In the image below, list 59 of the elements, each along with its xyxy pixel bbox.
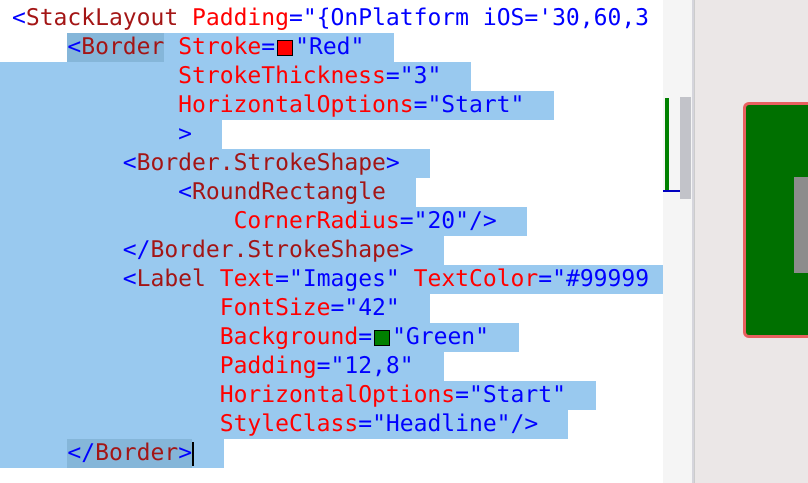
code-token: =: [288, 4, 303, 33]
code-token: =: [275, 265, 289, 294]
code-token: <: [122, 265, 137, 294]
code-token: Background: [220, 323, 358, 352]
code-token: =: [261, 33, 276, 62]
code-token: =: [414, 91, 428, 120]
code-token: =: [455, 381, 469, 410]
code-token: <: [67, 33, 82, 62]
code-token: "Start": [468, 381, 566, 410]
code-token: =: [330, 294, 344, 323]
code-token: "Green": [392, 323, 489, 352]
code-token: Border: [95, 439, 178, 468]
code-token: "#99999: [552, 265, 650, 294]
caret-position-marker: [663, 190, 680, 192]
code-token: >: [178, 439, 192, 468]
code-token: StrokeThickness: [178, 62, 386, 91]
code-token: Border.StrokeShape: [136, 149, 386, 178]
scrollbar-thumb[interactable]: [680, 97, 691, 199]
code-token: StackLayout: [26, 4, 178, 33]
code-token: Border: [81, 33, 164, 62]
code-token: StyleClass: [220, 410, 358, 439]
code-token: />: [510, 410, 538, 439]
code-token: HorizontalOptions: [178, 91, 414, 120]
code-token: Text: [218, 265, 276, 294]
code-token: "3": [400, 62, 442, 91]
code-token: >: [386, 149, 400, 178]
code-token: TextColor: [412, 265, 538, 294]
code-token: "Start": [427, 91, 524, 120]
code-token: "42": [344, 294, 400, 323]
code-token: HorizontalOptions: [220, 381, 456, 410]
code-token: =: [386, 62, 400, 91]
code-token: <: [178, 178, 192, 207]
vertical-scrollbar[interactable]: [680, 0, 694, 483]
code-token: =: [358, 410, 372, 439]
code-token: "Headline": [372, 410, 511, 439]
code-token: =: [316, 352, 331, 381]
code-token: "{OnPlatform iOS='30,60,3: [302, 4, 650, 33]
code-token: "20": [414, 207, 469, 236]
code-token: Padding: [191, 4, 289, 33]
code-token: Border.StrokeShape: [150, 236, 400, 265]
code-token: =: [538, 265, 552, 294]
code-token: <: [122, 149, 137, 178]
code-token: </: [67, 439, 96, 468]
code-token: </: [122, 236, 150, 265]
code-token: "Images": [289, 265, 400, 294]
code-token: =: [358, 323, 372, 352]
code-token: <: [12, 4, 26, 33]
code-token: >: [400, 236, 414, 265]
code-token: Padding: [220, 352, 317, 381]
code-token: Label: [136, 265, 206, 294]
code-token: RoundRectangle: [192, 178, 386, 207]
code-token: Stroke: [177, 33, 262, 62]
code-token: >: [178, 120, 192, 149]
code-token: "Red": [295, 33, 364, 62]
code-token: />: [468, 207, 497, 236]
code-token: =: [400, 207, 414, 236]
code-token: "12,8": [330, 352, 414, 381]
code-token: FontSize: [220, 294, 330, 323]
code-token: CornerRadius: [234, 207, 400, 236]
